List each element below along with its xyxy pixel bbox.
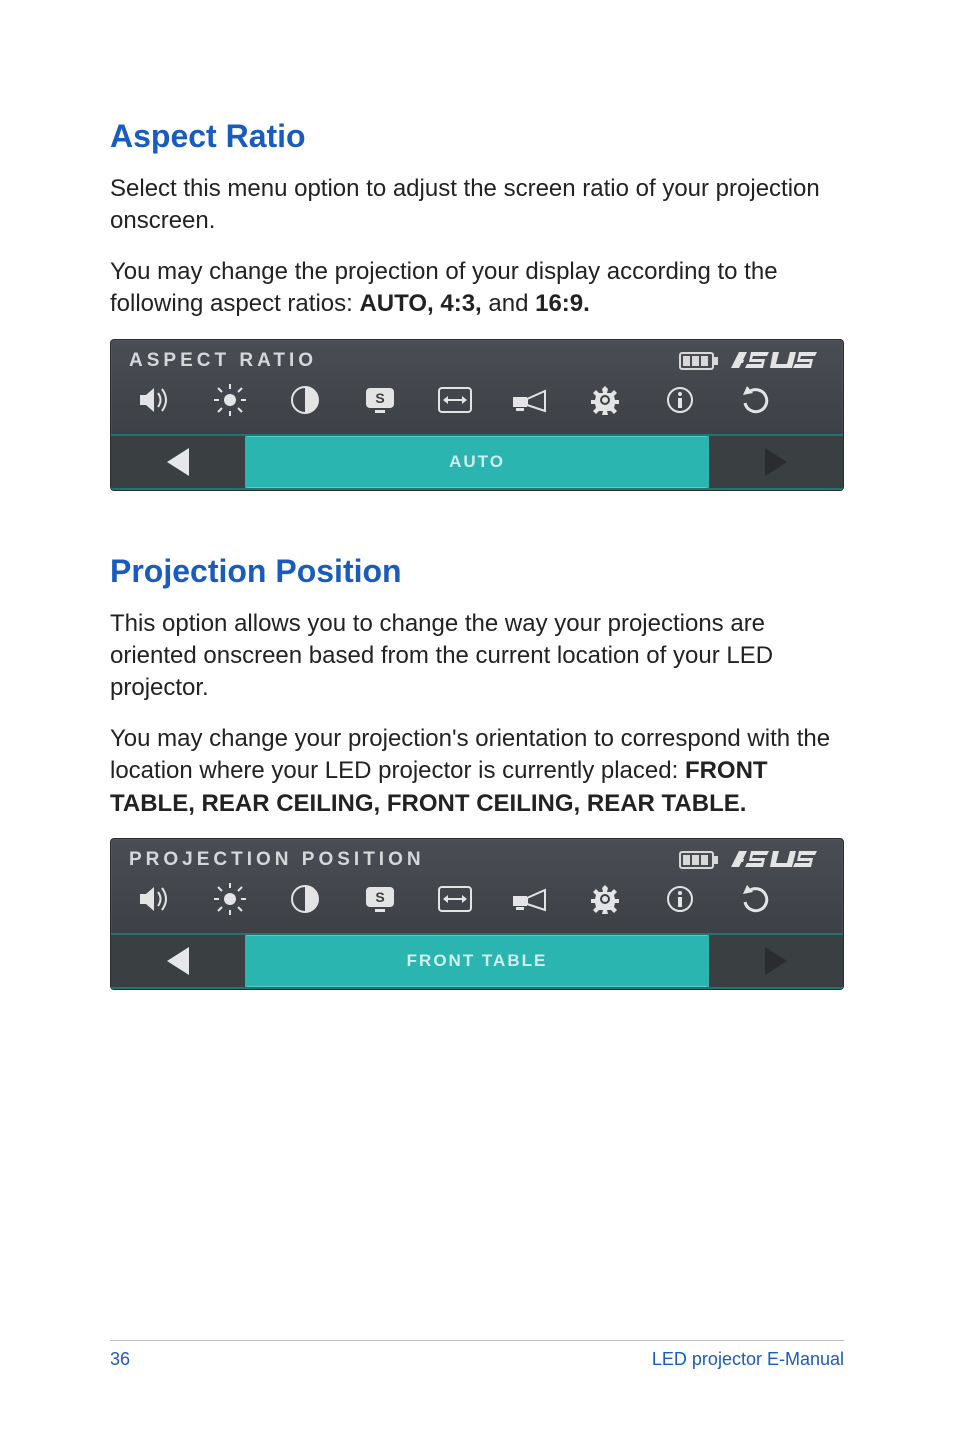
aspect-p2-c: and	[482, 290, 535, 317]
osd-panel-projection: PROJECTION POSITION	[110, 838, 844, 990]
aspect-ratio-icon[interactable]	[435, 879, 475, 919]
projection-p2: You may change your projection's orienta…	[110, 723, 844, 820]
triangle-right-icon	[765, 947, 787, 975]
aspect-ratio-icon[interactable]	[435, 380, 475, 420]
osd-value-projection: FRONT TABLE	[247, 935, 707, 987]
osd-selector-projection: FRONT TABLE	[111, 933, 843, 989]
prev-arrow-button[interactable]	[111, 436, 247, 488]
osd-selector-aspect: AUTO	[111, 434, 843, 490]
info-icon[interactable]	[660, 879, 700, 919]
prev-arrow-button[interactable]	[111, 935, 247, 987]
brightness-icon[interactable]	[210, 879, 250, 919]
asus-logo	[729, 849, 825, 871]
svg-text:S: S	[375, 390, 384, 406]
aspect-p2-b: AUTO, 4:3,	[359, 290, 481, 317]
aspect-p2-d: 16:9.	[535, 290, 590, 317]
next-arrow-button[interactable]	[707, 436, 843, 488]
asus-logo	[729, 350, 825, 372]
page-number: 36	[110, 1349, 130, 1370]
osd-panel-aspect: ASPECT RATIO	[110, 339, 844, 491]
volume-icon[interactable]	[135, 879, 175, 919]
projection-position-icon[interactable]	[510, 879, 550, 919]
svg-text:S: S	[375, 889, 384, 905]
brightness-icon[interactable]	[210, 380, 250, 420]
reset-icon[interactable]	[735, 879, 775, 919]
section-heading-projection: Projection Position	[110, 553, 844, 590]
splendid-icon[interactable]: S	[360, 380, 400, 420]
splendid-icon[interactable]: S	[360, 879, 400, 919]
page-footer: 36 LED projector E-Manual	[110, 1340, 844, 1370]
osd-title-projection: PROJECTION POSITION	[129, 849, 425, 871]
projection-position-icon[interactable]	[510, 380, 550, 420]
osd-icon-row: S	[129, 378, 825, 420]
battery-icon	[679, 851, 719, 869]
reset-icon[interactable]	[735, 380, 775, 420]
aspect-p2: You may change the projection of your di…	[110, 256, 844, 321]
triangle-left-icon	[167, 947, 189, 975]
osd-title-aspect: ASPECT RATIO	[129, 350, 317, 372]
projection-p1: This option allows you to change the way…	[110, 608, 844, 705]
doc-title: LED projector E-Manual	[652, 1349, 844, 1370]
section-heading-aspect: Aspect Ratio	[110, 118, 844, 155]
next-arrow-button[interactable]	[707, 935, 843, 987]
osd-icon-row: S	[129, 877, 825, 919]
settings-icon[interactable]	[585, 879, 625, 919]
settings-icon[interactable]	[585, 380, 625, 420]
info-icon[interactable]	[660, 380, 700, 420]
battery-icon	[679, 352, 719, 370]
contrast-icon[interactable]	[285, 879, 325, 919]
triangle-left-icon	[167, 448, 189, 476]
contrast-icon[interactable]	[285, 380, 325, 420]
triangle-right-icon	[765, 448, 787, 476]
aspect-p1: Select this menu option to adjust the sc…	[110, 173, 844, 238]
volume-icon[interactable]	[135, 380, 175, 420]
osd-value-aspect: AUTO	[247, 436, 707, 488]
